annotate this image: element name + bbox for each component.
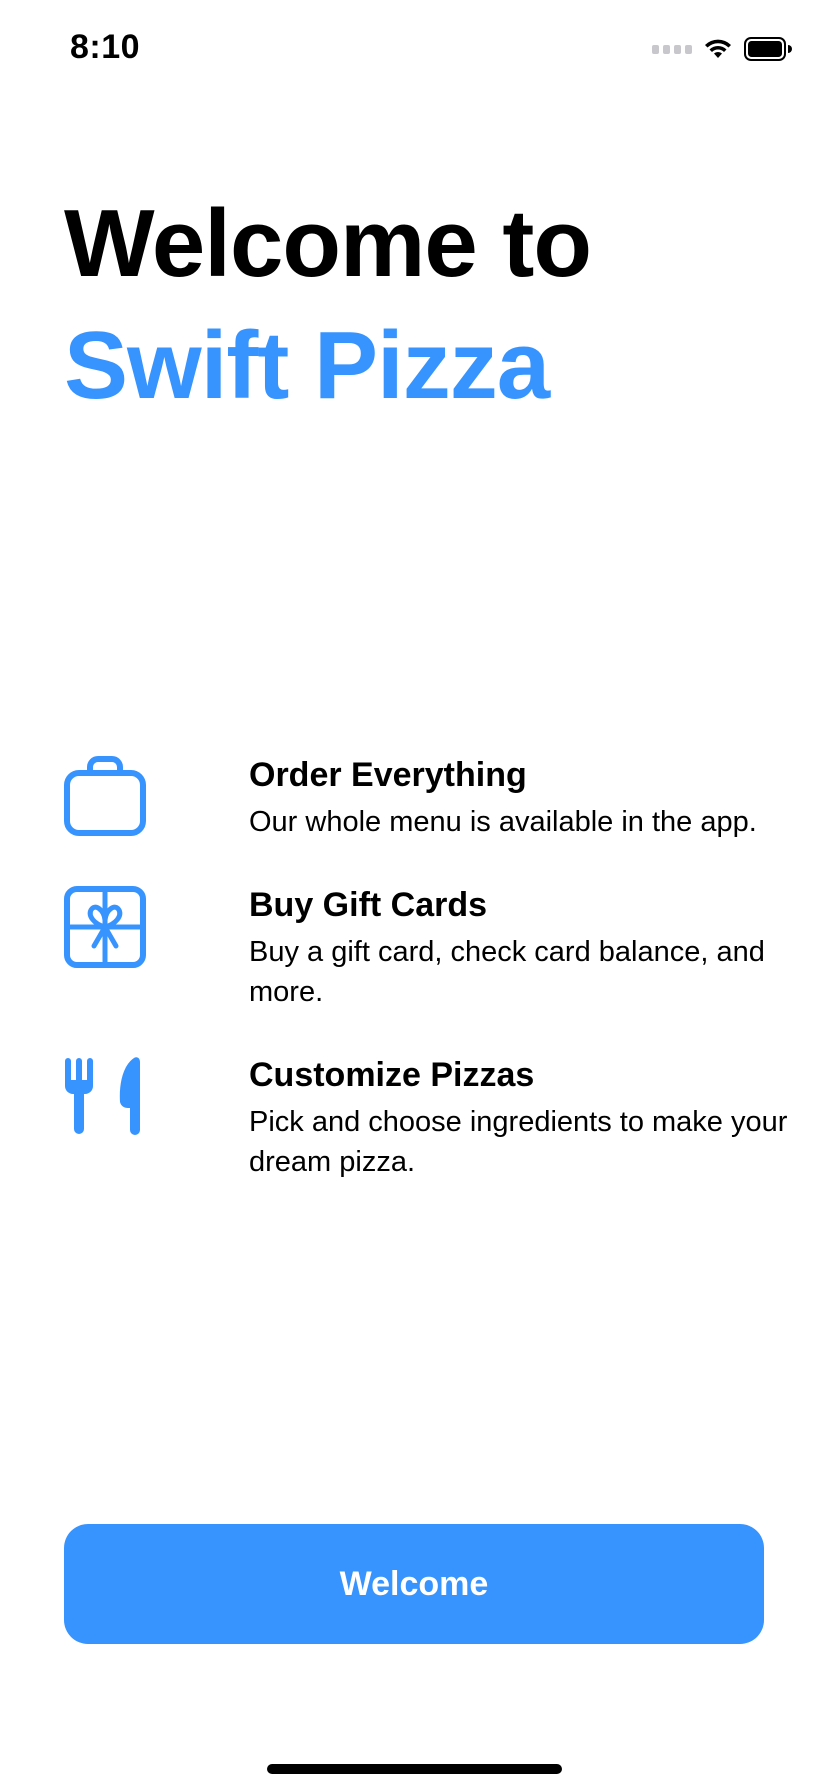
battery-icon — [744, 37, 792, 61]
home-indicator[interactable] — [267, 1764, 562, 1774]
feature-description: Buy a gift card, check card balance, and… — [249, 936, 765, 1008]
feature-text: Customize Pizzas Pick and choose ingredi… — [249, 1056, 789, 1182]
feature-description: Our whole menu is available in the app. — [249, 806, 757, 838]
status-time: 8:10 — [70, 28, 141, 66]
feature-item-gift-cards: Buy Gift Cards Buy a gift card, check ca… — [64, 886, 765, 1012]
title-line-2-brand: Swift Pizza — [64, 312, 550, 419]
feature-text: Buy Gift Cards Buy a gift card, check ca… — [249, 886, 789, 1012]
title-line-1: Welcome to — [64, 190, 592, 297]
feature-title: Buy Gift Cards — [249, 886, 488, 924]
welcome-button[interactable]: Welcome — [64, 1524, 764, 1644]
wifi-icon — [705, 39, 731, 58]
shopping-bag-icon — [64, 756, 146, 838]
fork-knife-icon — [64, 1056, 146, 1138]
feature-title: Order Everything — [249, 756, 527, 794]
feature-title: Customize Pizzas — [249, 1056, 535, 1094]
feature-item-order: Order Everything Our whole menu is avail… — [64, 756, 764, 842]
welcome-screen: 8:10 Welcome to Swift Pizza Order Everyt… — [0, 0, 828, 1792]
page-title: Welcome to Swift Pizza — [64, 183, 592, 427]
feature-item-customize: Customize Pizzas Pick and choose ingredi… — [64, 1056, 787, 1182]
gift-icon — [64, 886, 146, 968]
status-indicators — [652, 34, 792, 64]
feature-description: Pick and choose ingredients to make your… — [249, 1106, 788, 1178]
feature-list: Order Everything Our whole menu is avail… — [64, 756, 787, 1182]
feature-text: Order Everything Our whole menu is avail… — [249, 756, 764, 842]
cellular-signal-icon — [652, 44, 692, 54]
